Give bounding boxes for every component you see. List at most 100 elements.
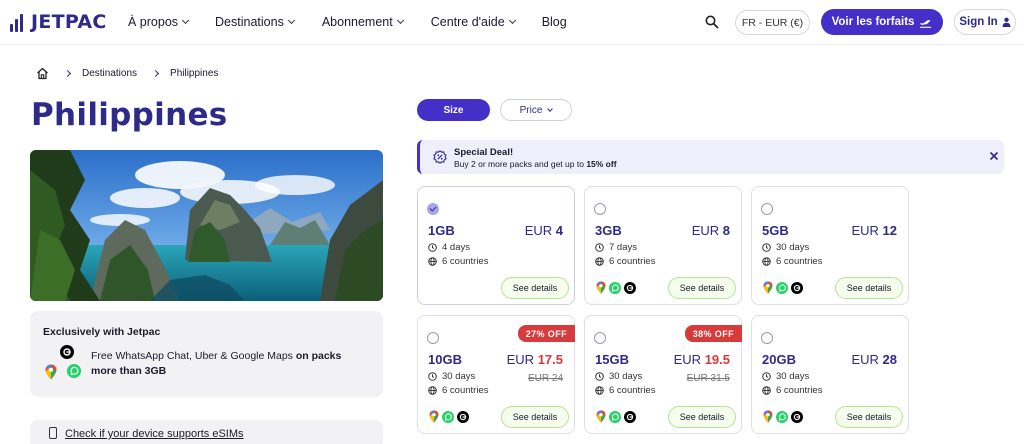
uber-icon — [60, 345, 74, 359]
view-plans-button[interactable]: Voir les forfaits — [821, 9, 943, 35]
uber-icon — [624, 410, 636, 423]
plan-data-amount: 10GB — [428, 352, 462, 367]
uber-icon — [624, 281, 636, 294]
filter-price-button[interactable]: Price — [500, 99, 572, 121]
plan-data-amount: 1GB — [428, 223, 455, 238]
top-navbar: JETPAC À propos Destinations Abonnement … — [0, 0, 1024, 45]
plan-validity: 30 days — [609, 371, 643, 382]
see-details-button[interactable]: See details — [501, 277, 569, 299]
plan-price: EUR 28 — [851, 352, 897, 367]
plan-currency: EUR — [524, 223, 553, 238]
plan-radio[interactable] — [594, 203, 606, 215]
plan-validity: 30 days — [442, 371, 476, 382]
included-apps — [763, 410, 806, 423]
close-icon[interactable] — [988, 150, 1000, 162]
search-icon[interactable] — [705, 15, 719, 29]
see-details-button[interactable]: See details — [835, 277, 903, 299]
plan-old-price: EUR 31.5 — [686, 373, 730, 384]
nav-label: Abonnement — [321, 15, 393, 29]
google-maps-icon — [429, 410, 439, 423]
uber-icon — [457, 410, 469, 423]
nav-item-blog[interactable]: Blog — [542, 15, 567, 29]
filter-size-button[interactable]: Size — [417, 99, 490, 121]
deal-highlight: 15% off — [586, 159, 617, 169]
globe-icon — [595, 386, 604, 395]
plan-data-amount: 15GB — [595, 352, 629, 367]
plan-countries: 6 countries — [609, 385, 656, 396]
whatsapp-icon — [609, 281, 621, 294]
see-details-button[interactable]: See details — [501, 406, 569, 428]
plan-radio[interactable] — [427, 332, 439, 344]
sign-in-button[interactable]: Sign In — [954, 9, 1016, 35]
plan-currency: EUR — [851, 352, 879, 367]
plan-price-value: 8 — [722, 223, 730, 238]
plan-price: EUR 12 — [851, 223, 897, 238]
globe-icon — [595, 257, 604, 266]
plan-countries: 6 countries — [609, 256, 656, 267]
clock-icon — [595, 243, 604, 252]
plan-card[interactable]: 38% OFF 15GB EUR 19.5 30 days 6 countries EUR… — [584, 315, 742, 434]
plan-price-value: 4 — [555, 223, 563, 238]
view-plans-label: Voir les forfaits — [831, 16, 915, 28]
destination-hero-image — [30, 150, 383, 301]
plan-radio[interactable] — [761, 332, 773, 344]
nav-item-subscription[interactable]: Abonnement — [321, 15, 404, 29]
plan-card[interactable]: 3GB EUR 8 7 days 6 countries See details — [584, 186, 742, 305]
google-maps-icon — [45, 364, 57, 380]
home-icon[interactable] — [36, 67, 49, 80]
plan-price-value: 19.5 — [704, 352, 730, 367]
nav-label: Centre d'aide — [430, 15, 505, 29]
language-currency-button[interactable]: FR - EUR (€) — [735, 10, 810, 35]
chevron-down-icon — [287, 16, 295, 25]
breadcrumb-destinations[interactable]: Destinations — [82, 68, 137, 79]
phone-icon — [49, 427, 57, 439]
see-details-button[interactable]: See details — [835, 406, 903, 428]
nav-label: Blog — [541, 15, 567, 29]
chevron-down-icon — [181, 16, 190, 25]
nav-item-about[interactable]: À propos — [128, 15, 190, 29]
device-check-box: Check if your device supports eSIMs — [30, 420, 383, 444]
plan-currency: EUR — [506, 352, 535, 367]
exclusive-description: Free WhatsApp Chat, Uber & Google Maps o… — [91, 349, 361, 379]
plan-old-price: EUR 24 — [527, 373, 563, 384]
clock-icon — [762, 372, 771, 381]
discount-badge-icon — [433, 150, 447, 164]
whatsapp-icon — [776, 281, 788, 294]
nav-item-help-center[interactable]: Centre d'aide — [430, 15, 516, 29]
plan-price-value: 12 — [882, 223, 897, 238]
main-nav: À propos Destinations Abonnement Centre … — [128, 15, 567, 29]
plan-price: EUR 4 — [525, 223, 563, 238]
plan-card[interactable]: 20GB EUR 28 30 days 6 countries See details — [751, 315, 909, 434]
included-apps — [763, 281, 806, 294]
plan-radio[interactable] — [427, 203, 439, 215]
plan-card[interactable]: 27% OFF 10GB EUR 17.5 30 days 6 countries EUR… — [417, 315, 575, 434]
breadcrumb: Destinations Philippines — [36, 67, 218, 80]
chevron-down-icon — [396, 16, 404, 25]
plan-countries: 6 countries — [776, 385, 823, 396]
clock-icon — [595, 372, 604, 381]
nav-item-destinations[interactable]: Destinations — [215, 15, 295, 29]
plan-card[interactable]: 5GB EUR 12 30 days 6 countries See details — [751, 186, 909, 305]
plan-countries: 6 countries — [442, 256, 489, 267]
plan-currency: EUR — [691, 223, 720, 238]
included-apps — [596, 410, 639, 423]
google-maps-icon — [596, 410, 606, 423]
device-check-link[interactable]: Check if your device supports eSIMs — [65, 428, 244, 440]
logo-text: JETPAC — [31, 11, 107, 33]
plan-card[interactable]: 1GB EUR 4 4 days 6 countries See details — [417, 186, 575, 305]
whatsapp-icon — [609, 410, 621, 423]
breadcrumb-current: Philippines — [170, 68, 219, 79]
plan-validity: 30 days — [776, 242, 810, 253]
see-details-button[interactable]: See details — [668, 406, 736, 428]
chevron-right-icon — [151, 69, 160, 78]
plan-radio[interactable] — [761, 203, 773, 215]
chevron-right-icon — [63, 69, 72, 78]
discount-badge: 38% OFF — [684, 325, 742, 342]
deal-description: Buy 2 or more packs and get up to 15% of… — [454, 159, 617, 169]
whatsapp-icon — [776, 410, 788, 423]
see-details-button[interactable]: See details — [668, 277, 736, 299]
plan-currency: EUR — [673, 352, 702, 367]
plan-radio[interactable] — [594, 332, 606, 344]
clock-icon — [762, 243, 771, 252]
jetpac-logo[interactable]: JETPAC — [10, 11, 107, 33]
